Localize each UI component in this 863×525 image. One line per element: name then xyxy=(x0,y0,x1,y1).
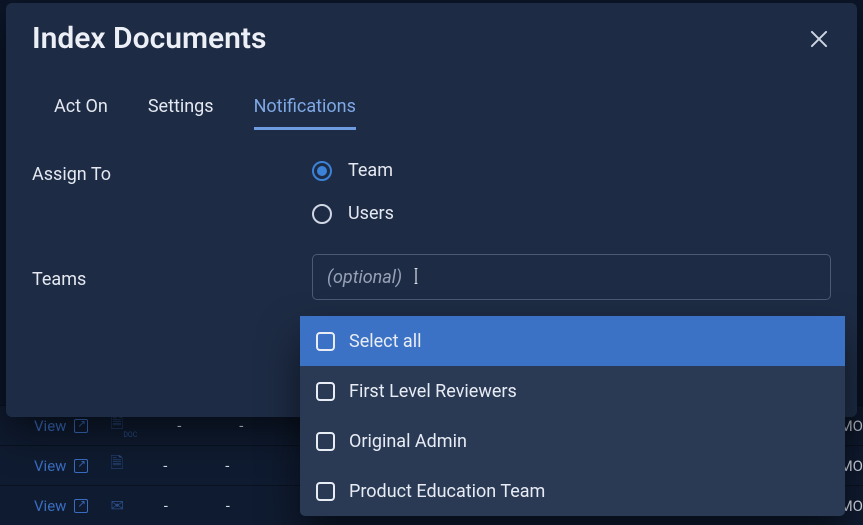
checkbox-icon xyxy=(316,382,335,401)
option-label: First Level Reviewers xyxy=(349,381,517,402)
teams-dropdown: Select all First Level Reviewers Original … xyxy=(300,316,845,516)
cell-dash: - xyxy=(146,497,186,515)
radio-team[interactable]: Team xyxy=(312,160,394,181)
teams-select[interactable]: (optional) I xyxy=(312,254,831,300)
assign-to-group: Team Users xyxy=(312,160,394,224)
tab-bar: Act On Settings Notifications xyxy=(32,96,831,130)
text-cursor-icon: I xyxy=(414,264,418,291)
view-link[interactable]: View xyxy=(34,417,88,435)
option-original-admin[interactable]: Original Admin xyxy=(300,416,845,466)
pdf-icon: 🗎 xyxy=(110,452,123,479)
close-icon[interactable] xyxy=(807,27,831,51)
option-label: Product Education Team xyxy=(349,481,545,502)
option-product-education-team[interactable]: Product Education Team xyxy=(300,466,845,516)
option-select-all[interactable]: Select all xyxy=(300,316,845,366)
checkbox-icon xyxy=(316,432,335,451)
radio-users[interactable]: Users xyxy=(312,203,394,224)
cell-dash: - xyxy=(207,457,247,475)
checkbox-icon xyxy=(316,482,335,501)
cell-dash: - xyxy=(159,417,199,435)
modal-title: Index Documents xyxy=(32,21,266,56)
tab-act-on[interactable]: Act On xyxy=(54,96,108,129)
tab-notifications[interactable]: Notifications xyxy=(254,96,356,130)
teams-placeholder: (optional) xyxy=(327,267,402,288)
radio-icon xyxy=(312,204,332,224)
view-link[interactable]: View xyxy=(34,497,88,515)
option-first-level-reviewers[interactable]: First Level Reviewers xyxy=(300,366,845,416)
mail-icon: ✉ xyxy=(110,496,123,515)
cell-dash: - xyxy=(208,497,248,515)
radio-label: Users xyxy=(348,203,394,224)
tab-settings[interactable]: Settings xyxy=(148,96,214,129)
open-icon xyxy=(74,459,88,473)
teams-label: Teams xyxy=(32,265,312,290)
checkbox-icon xyxy=(316,332,335,351)
option-label: Select all xyxy=(349,331,421,352)
radio-label: Team xyxy=(348,160,393,181)
radio-icon xyxy=(312,161,332,181)
option-label: Original Admin xyxy=(349,431,467,452)
view-link[interactable]: View xyxy=(34,457,88,475)
assign-to-label: Assign To xyxy=(32,160,312,185)
cell-dash: - xyxy=(145,457,185,475)
cell-dash: - xyxy=(221,417,261,435)
open-icon xyxy=(74,499,88,513)
open-icon xyxy=(74,419,88,433)
